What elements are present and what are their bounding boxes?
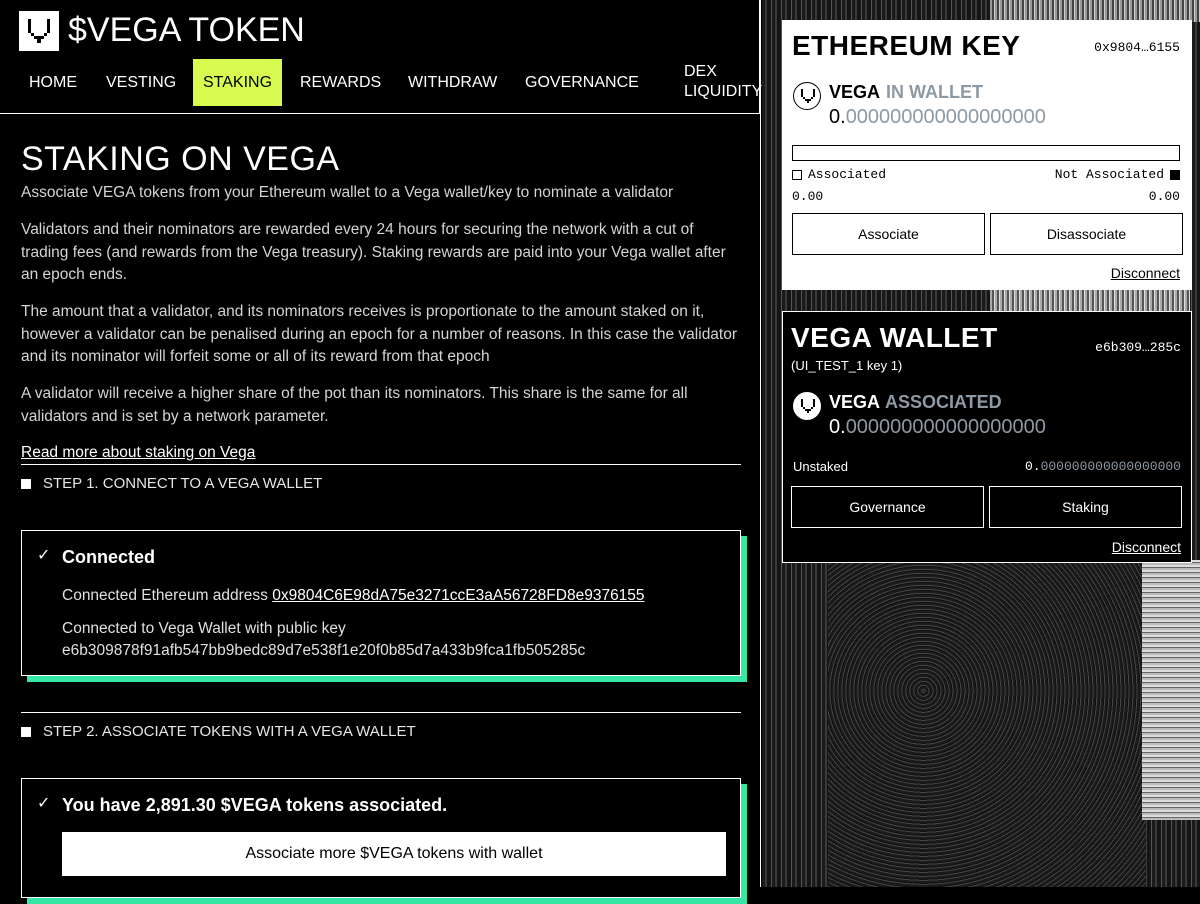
disassociate-button[interactable]: Disassociate <box>990 213 1183 255</box>
step-square-icon <box>21 726 31 737</box>
vega-token-name: VEGA <box>829 392 881 412</box>
step2-card: ✓ You have 2,891.30 $VEGA tokens associa… <box>21 778 741 898</box>
step2-label: STEP 2. ASSOCIATE TOKENS WITH A VEGA WAL… <box>43 723 416 740</box>
associated-value: 0.00 <box>792 189 824 204</box>
nav-home[interactable]: HOME <box>19 59 87 106</box>
step-square-icon <box>21 478 31 489</box>
rewards-paragraph: Validators and their nominators are rewa… <box>21 221 726 283</box>
eth-key: 0x9804…6155 <box>1094 40 1180 55</box>
step1-card-title: Connected <box>62 547 156 567</box>
unstaked-label: Unstaked <box>793 459 848 474</box>
app-title: $VEGA TOKEN <box>68 11 305 49</box>
vega-balance: 0.000000000000000000 <box>829 416 1046 439</box>
left-column: $VEGA TOKEN HOME VESTING STAKING REWARDS… <box>0 0 762 904</box>
vega-public-key: e6b309878f91afb547bb9bedc89d7e538f1e20f0… <box>62 642 586 659</box>
step2-heading: STEP 2. ASSOCIATE TOKENS WITH A VEGA WAL… <box>21 723 416 740</box>
eth-token-status: IN WALLET <box>886 82 983 102</box>
read-more-link[interactable]: Read more about staking on Vega <box>21 444 255 462</box>
associate-button[interactable]: Associate <box>792 213 985 255</box>
associate-more-button[interactable]: Associate more $VEGA tokens with wallet <box>62 832 726 876</box>
step1-label: STEP 1. CONNECT TO A VEGA WALLET <box>43 475 323 492</box>
divider <box>21 464 741 465</box>
not-associated-square-icon <box>1170 169 1180 180</box>
unstaked-int: 0. <box>1024 459 1041 474</box>
vega-logo-icon[interactable] <box>19 11 59 51</box>
column-divider <box>760 0 761 887</box>
vega-wallet-panel: VEGA WALLET (UI_TEST_1 key 1) e6b309…285… <box>782 311 1192 563</box>
nav-staking[interactable]: STAKING <box>193 59 283 106</box>
staking-button[interactable]: Staking <box>989 486 1182 528</box>
step1-heading: STEP 1. CONNECT TO A VEGA WALLET <box>21 475 322 492</box>
not-associated-legend: Not Associated <box>1055 167 1180 182</box>
eth-balance-int: 0. <box>829 106 846 128</box>
vega-disconnect-link[interactable]: Disconnect <box>1112 539 1181 555</box>
nav-dex-line1: DEX <box>684 63 717 80</box>
step2-card-title: You have 2,891.30 $VEGA tokens associate… <box>62 795 448 815</box>
unstaked-dec: 000000000000000000 <box>1040 459 1181 474</box>
nav-rewards[interactable]: REWARDS <box>290 59 391 106</box>
eth-disconnect-link[interactable]: Disconnect <box>1111 265 1180 281</box>
vega-balance-int: 0. <box>829 416 846 438</box>
step1-card: ✓ Connected Connected Ethereum address 0… <box>21 530 741 676</box>
check-icon: ✓ <box>37 795 51 812</box>
vega-key-prefix: Connected to Vega Wallet with public key <box>62 620 346 637</box>
proportion-paragraph: The amount that a validator, and its nom… <box>21 303 738 365</box>
nav-governance[interactable]: GOVERNANCE <box>515 59 649 106</box>
ethereum-key-panel: ETHEREUM KEY 0x9804…6155 VEGA IN WALLET … <box>782 20 1192 290</box>
associated-square-icon <box>792 169 802 180</box>
eth-balance: 0.000000000000000000 <box>829 106 1046 129</box>
eth-token-name: VEGA <box>829 82 881 102</box>
vega-token-icon <box>793 82 821 110</box>
vega-key: e6b309…285c <box>1095 340 1181 355</box>
vega-key-name: (UI_TEST_1 key 1) <box>791 358 903 373</box>
eth-address-line: Connected Ethereum address 0x9804C6E98dA… <box>62 585 645 607</box>
share-paragraph: A validator will receive a higher share … <box>21 385 688 425</box>
nav-dex-liquidity[interactable]: DEX LIQUIDITY <box>674 62 772 102</box>
not-associated-value: 0.00 <box>1148 189 1180 204</box>
background-texture <box>1142 560 1200 820</box>
governance-button[interactable]: Governance <box>791 486 984 528</box>
check-icon: ✓ <box>37 547 51 564</box>
eth-balance-dec: 000000000000000000 <box>845 106 1046 128</box>
association-bar <box>792 145 1180 161</box>
associated-legend: Associated <box>792 167 886 182</box>
divider <box>21 712 741 713</box>
background-texture <box>990 0 1200 22</box>
header: $VEGA TOKEN HOME VESTING STAKING REWARDS… <box>0 0 762 114</box>
not-associated-label: Not Associated <box>1054 167 1164 182</box>
vega-token-icon <box>793 392 821 420</box>
nav-withdraw[interactable]: WITHDRAW <box>398 59 507 106</box>
associated-label: Associated <box>808 167 887 182</box>
unstaked-value: 0.000000000000000000 <box>1025 459 1181 474</box>
intro-paragraph: Associate VEGA tokens from your Ethereum… <box>21 184 674 201</box>
nav-dex-line2: LIQUIDITY <box>684 83 763 100</box>
vega-token-status: ASSOCIATED <box>885 392 1002 412</box>
eth-panel-title: ETHEREUM KEY <box>792 30 1021 61</box>
nav-vesting[interactable]: VESTING <box>96 59 186 106</box>
eth-address-link[interactable]: 0x9804C6E98dA75e3271ccE3aA56728FD8e93761… <box>272 587 644 604</box>
background-texture <box>828 560 1146 887</box>
right-column: ETHEREUM KEY 0x9804…6155 VEGA IN WALLET … <box>762 0 1200 887</box>
eth-address-prefix: Connected Ethereum address <box>62 587 273 604</box>
vega-panel-title: VEGA WALLET <box>791 322 998 353</box>
vega-balance-dec: 000000000000000000 <box>845 416 1046 438</box>
page-title: STAKING ON VEGA <box>21 140 340 178</box>
background-texture <box>990 290 1190 312</box>
